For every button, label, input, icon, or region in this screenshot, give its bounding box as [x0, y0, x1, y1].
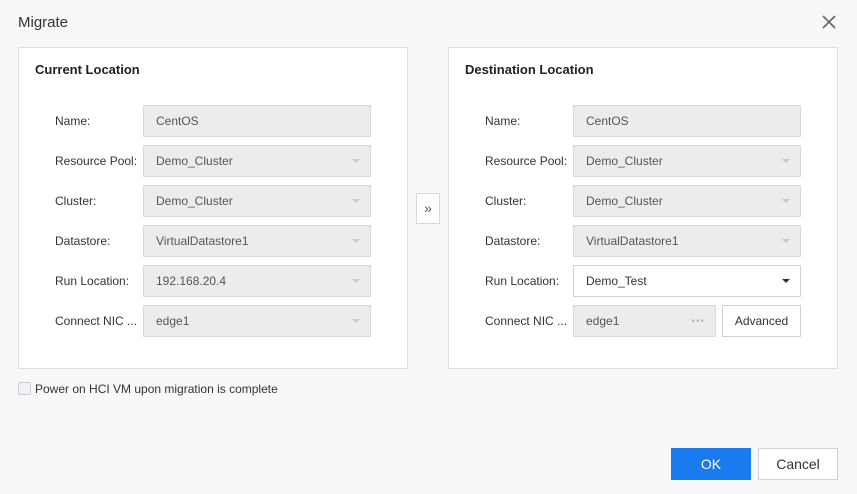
current-datastore-label: Datastore:: [55, 234, 111, 248]
current-nic-label: Connect NIC ...: [55, 314, 138, 328]
dest-pool-value: Demo_Cluster: [586, 154, 663, 168]
current-pool-select: Demo_Cluster: [143, 145, 371, 177]
current-nic-row: Connect NIC ... edge1: [19, 305, 407, 337]
current-location-title: Current Location: [35, 62, 140, 77]
current-cluster-select: Demo_Cluster: [143, 185, 371, 217]
chevron-down-icon: [782, 199, 790, 203]
dest-name-label: Name:: [485, 114, 521, 128]
dest-nic-field[interactable]: edge1 •••: [573, 305, 716, 337]
current-cluster-row: Cluster: Demo_Cluster: [19, 185, 407, 217]
cancel-button[interactable]: Cancel: [758, 448, 838, 480]
ok-button[interactable]: OK: [671, 448, 751, 480]
current-name-row: Name: CentOS: [19, 105, 407, 137]
chevron-down-icon: [352, 159, 360, 163]
dest-cluster-value: Demo_Cluster: [586, 194, 663, 208]
current-cluster-label: Cluster:: [55, 194, 97, 208]
dest-run-row: Run Location: Demo_Test: [449, 265, 837, 297]
dest-pool-select: Demo_Cluster: [573, 145, 801, 177]
dest-nic-row: Connect NIC ... edge1 ••• Advanced: [449, 305, 837, 337]
dest-nic-value: edge1: [586, 314, 620, 328]
power-on-checkbox[interactable]: [18, 382, 31, 395]
dest-run-label: Run Location:: [485, 274, 560, 288]
more-icon: •••: [691, 316, 705, 327]
move-right-button[interactable]: »: [416, 193, 440, 224]
current-run-label: Run Location:: [55, 274, 130, 288]
advanced-button[interactable]: Advanced: [722, 305, 801, 337]
current-name-field: CentOS: [143, 105, 371, 137]
chevron-down-icon: [352, 319, 360, 323]
close-icon[interactable]: [821, 14, 837, 30]
dest-cluster-select: Demo_Cluster: [573, 185, 801, 217]
chevron-down-icon: [352, 199, 360, 203]
destination-location-panel: Destination Location Name: CentOS Resour…: [448, 47, 838, 369]
destination-location-title: Destination Location: [465, 62, 594, 77]
dest-nic-label: Connect NIC ...: [485, 314, 568, 328]
dest-pool-row: Resource Pool: Demo_Cluster: [449, 145, 837, 177]
current-datastore-select: VirtualDatastore1: [143, 225, 371, 257]
current-name-label: Name:: [55, 114, 91, 128]
current-datastore-row: Datastore: VirtualDatastore1: [19, 225, 407, 257]
chevron-down-icon: [352, 279, 360, 283]
dest-name-row: Name: CentOS: [449, 105, 837, 137]
dest-run-value: Demo_Test: [586, 274, 647, 288]
current-cluster-value: Demo_Cluster: [156, 194, 233, 208]
current-nic-value: edge1: [156, 314, 190, 328]
chevron-down-icon: [782, 239, 790, 243]
chevron-down-icon: [782, 279, 790, 283]
dest-datastore-row: Datastore: VirtualDatastore1: [449, 225, 837, 257]
dest-name-field: CentOS: [573, 105, 801, 137]
current-run-value: 192.168.20.4: [156, 274, 227, 288]
current-run-row: Run Location: 192.168.20.4: [19, 265, 407, 297]
dest-pool-label: Resource Pool:: [485, 154, 568, 168]
chevron-down-icon: [782, 159, 790, 163]
dialog-title: Migrate: [18, 14, 69, 31]
current-pool-row: Resource Pool: Demo_Cluster: [19, 145, 407, 177]
current-pool-label: Resource Pool:: [55, 154, 138, 168]
dest-datastore-label: Datastore:: [485, 234, 541, 248]
current-name-value: CentOS: [156, 114, 199, 128]
dest-cluster-row: Cluster: Demo_Cluster: [449, 185, 837, 217]
dest-datastore-select: VirtualDatastore1: [573, 225, 801, 257]
dest-cluster-label: Cluster:: [485, 194, 527, 208]
power-on-label[interactable]: Power on HCI VM upon migration is comple…: [35, 382, 278, 396]
dest-datastore-value: VirtualDatastore1: [586, 234, 679, 248]
current-run-select: 192.168.20.4: [143, 265, 371, 297]
current-nic-select: edge1: [143, 305, 371, 337]
current-pool-value: Demo_Cluster: [156, 154, 233, 168]
dest-run-location-select[interactable]: Demo_Test: [573, 265, 801, 297]
current-datastore-value: VirtualDatastore1: [156, 234, 249, 248]
chevron-down-icon: [352, 239, 360, 243]
dest-name-value: CentOS: [586, 114, 629, 128]
current-location-panel: Current Location Name: CentOS Resource P…: [18, 47, 408, 369]
